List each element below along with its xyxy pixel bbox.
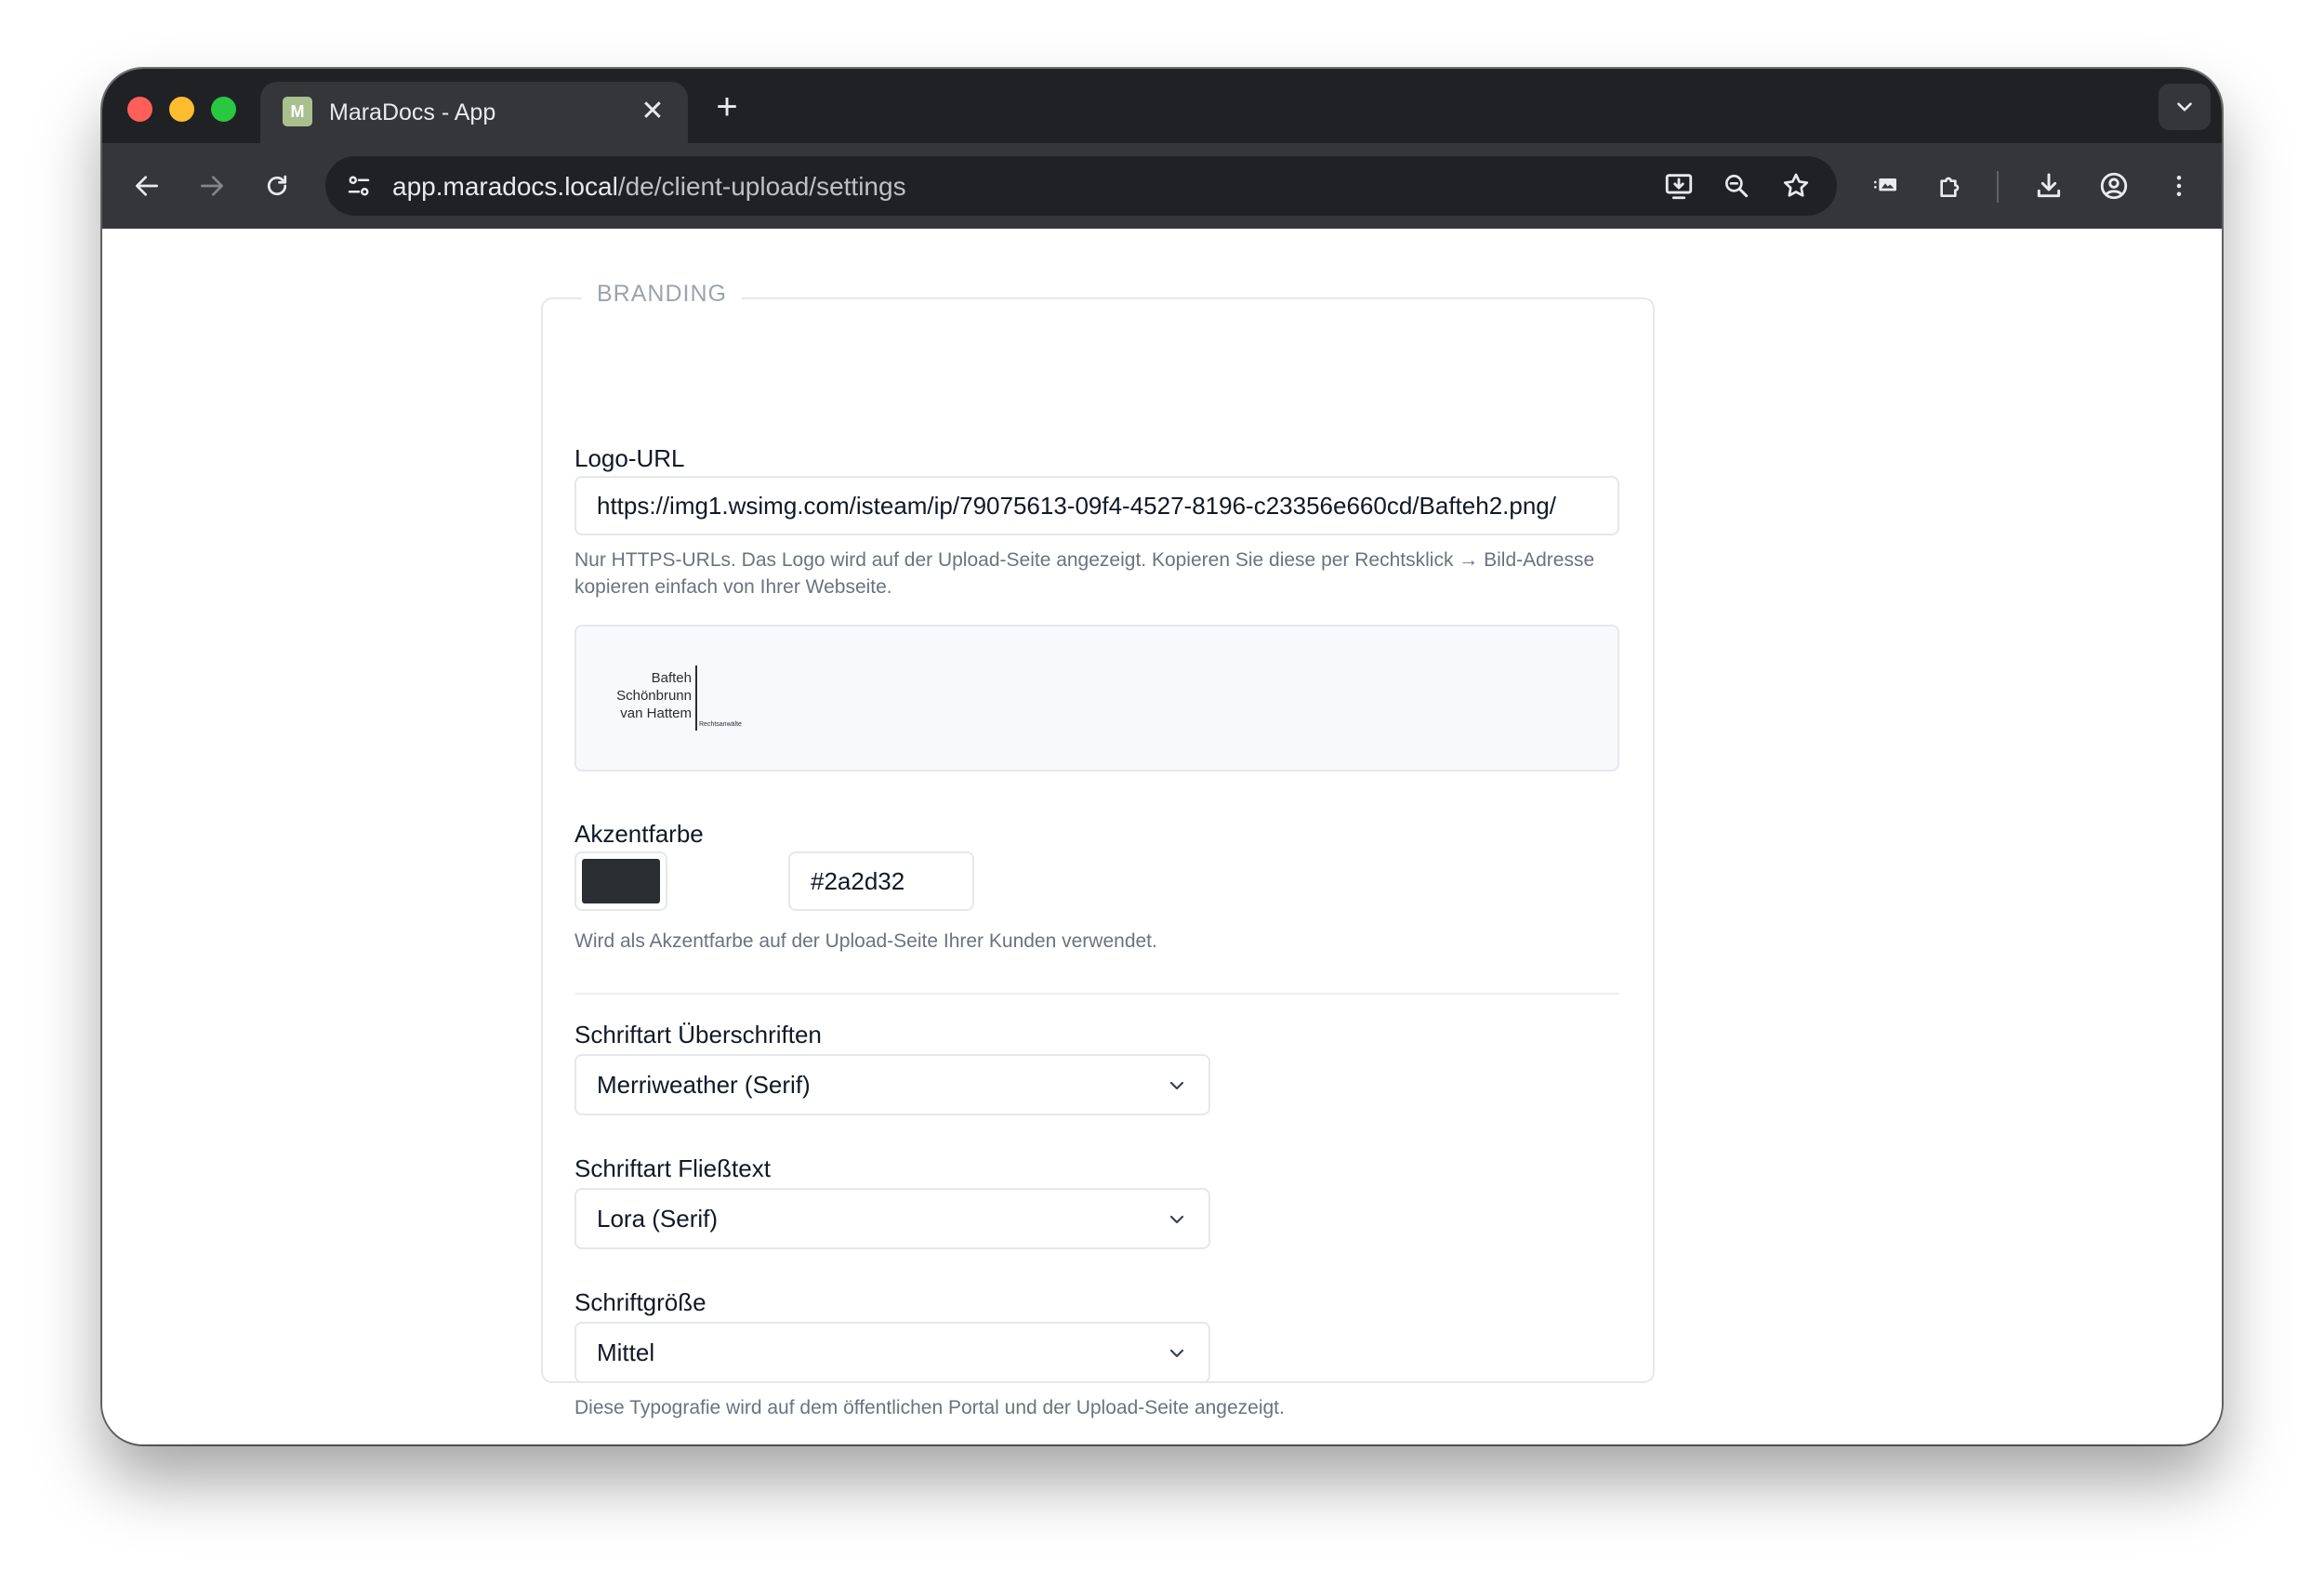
logo-url-hint: Nur HTTPS-URLs. Das Logo wird auf der Up… [574,549,1595,598]
install-app-button[interactable] [1658,165,1699,206]
minimize-window-button[interactable] [169,97,194,122]
zoom-out-icon [1725,175,1749,198]
chevron-down-icon [2177,102,2192,112]
page-content: BRANDING Logo-URL https://img1.wsimg.com… [102,229,2222,1444]
font-size-label: Schriftgröße [574,1288,706,1316]
logo-divider [695,666,697,731]
media-button[interactable] [1865,165,1906,206]
menu-button[interactable] [2159,165,2199,206]
favicon-icon: M [283,97,312,126]
browser-toolbar: app.maradocs.local/de/client-upload/sett… [102,143,2222,229]
chevron-down-icon [1169,1081,1184,1090]
tab-strip: M MaraDocs - App ✕ + [102,69,2222,143]
heading-font-label: Schriftart Überschriften [574,1021,822,1048]
install-app-icon [1665,174,1693,200]
close-window-button[interactable] [127,97,152,122]
zoom-button[interactable] [1716,165,1757,206]
more-vert-icon [2176,176,2182,196]
tab-maradocs[interactable]: M MaraDocs - App ✕ [260,82,688,143]
logo-line-3: van Hattem [620,705,692,721]
forward-button[interactable] [191,165,232,206]
profile-button[interactable] [2093,165,2134,206]
accent-color-label: Akzentfarbe [574,820,704,848]
font-size-value: Mittel [597,1338,655,1366]
body-font-select[interactable]: Lora (Serif) [574,1188,1210,1249]
arrow-right-icon [201,176,223,196]
logo-preview: Bafteh Schönbrunn van Hattem Rechtsanwäl… [574,625,1619,771]
url-host: app.maradocs.local [392,172,618,201]
puzzle-icon [1940,177,1960,197]
chevron-down-icon [1169,1349,1184,1358]
star-icon [1783,173,1809,197]
logo-line-2: Schönbrunn [616,688,692,704]
url-path: /de/client-upload/settings [617,172,906,201]
accent-color-hint: Wird als Akzentfarbe auf der Upload-Seit… [574,930,1157,952]
bookmark-button[interactable] [1776,165,1816,206]
profile-icon [2100,172,2128,200]
extensions-button[interactable] [1930,165,1971,206]
new-tab-button[interactable]: + [708,88,746,126]
maximize-window-button[interactable] [211,97,236,122]
back-button[interactable] [126,165,167,206]
accent-color-picker[interactable] [574,851,667,911]
media-icon [1874,178,1896,191]
arrow-left-icon [136,176,158,196]
download-icon [2037,173,2061,198]
chevron-down-icon [1169,1215,1184,1224]
section-legend: BRANDING [582,281,742,308]
section-divider [574,993,1619,995]
logo-url-label: Logo-URL [574,444,685,472]
accent-color-swatch [582,859,660,903]
reload-button[interactable] [257,165,297,206]
downloads-button[interactable] [2028,165,2069,206]
browser-window: M MaraDocs - App ✕ + app.maradocs.local/… [102,69,2222,1444]
font-size-select[interactable]: Mittel [574,1322,1210,1383]
accent-color-input[interactable]: #2a2d32 [788,851,974,911]
tab-search-button[interactable] [2159,84,2211,130]
logo-line-1: Bafteh [651,670,692,686]
tune-icon [348,176,370,196]
heading-font-value: Merriweather (Serif) [597,1070,811,1099]
reload-icon [267,175,287,196]
site-settings-button[interactable] [338,165,379,206]
heading-font-select[interactable]: Merriweather (Serif) [574,1054,1210,1115]
url-text[interactable]: app.maradocs.local/de/client-upload/sett… [392,172,906,202]
body-font-label: Schriftart Fließtext [574,1154,771,1182]
address-bar[interactable]: app.maradocs.local/de/client-upload/sett… [325,156,1837,216]
logo-url-input[interactable]: https://img1.wsimg.com/isteam/ip/7907561… [574,476,1619,535]
toolbar-separator [1997,171,1999,203]
tab-close-icon[interactable]: ✕ [638,97,667,126]
typography-hint: Diese Typografie wird auf dem öffentlich… [574,1397,1285,1418]
tab-title: MaraDocs - App [329,99,496,125]
body-font-value: Lora (Serif) [597,1204,719,1233]
logo-subtitle: Rechtsanwälte [699,721,742,728]
